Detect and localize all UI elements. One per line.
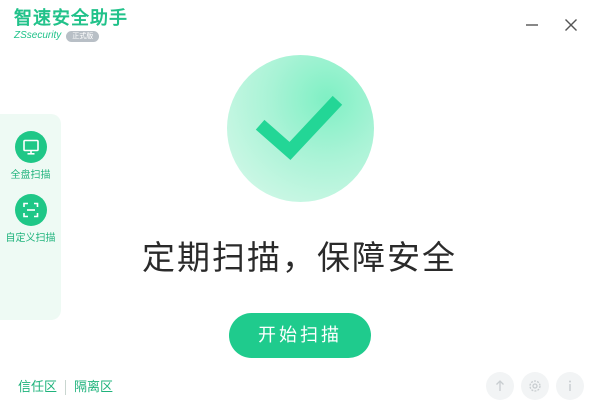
check-icon — [255, 95, 343, 161]
trust-zone-link[interactable]: 信任区 — [18, 379, 57, 396]
sidebar-item-label: 全盘扫描 — [10, 170, 51, 181]
info-icon — [569, 380, 571, 391]
arrow-up-icon — [496, 380, 504, 391]
status-headline: 定期扫描，保障安全 — [142, 238, 457, 277]
brand-subline: ZSsecurity 正式版 — [14, 30, 128, 42]
custom-scan-icon-circle — [14, 194, 47, 226]
settings-button[interactable] — [521, 372, 549, 400]
minimize-icon — [526, 24, 538, 26]
close-icon — [565, 19, 577, 31]
start-scan-button[interactable]: 开始扫描 — [229, 313, 371, 358]
version-badge: 正式版 — [66, 30, 100, 42]
brand: 智速安全助手 ZSsecurity 正式版 — [14, 8, 128, 42]
sidebar: 全盘扫描 自定义扫描 — [0, 114, 61, 320]
monitor-icon — [22, 139, 39, 155]
sidebar-item-full-scan[interactable]: 全盘扫描 — [0, 131, 61, 181]
info-button[interactable] — [556, 372, 584, 400]
gear-icon — [529, 380, 541, 392]
quarantine-zone-link[interactable]: 隔离区 — [74, 379, 113, 396]
upload-button[interactable] — [486, 372, 514, 400]
divider — [65, 380, 67, 395]
app-title: 智速安全助手 — [14, 8, 128, 29]
app-subtitle: ZSsecurity — [14, 30, 62, 41]
status-circle — [227, 55, 374, 202]
minimize-button[interactable] — [521, 14, 543, 36]
close-button[interactable] — [560, 14, 582, 36]
footer-links: 信任区 隔离区 — [18, 379, 113, 396]
scan-frame-icon — [22, 202, 38, 218]
full-scan-icon-circle — [14, 131, 47, 163]
